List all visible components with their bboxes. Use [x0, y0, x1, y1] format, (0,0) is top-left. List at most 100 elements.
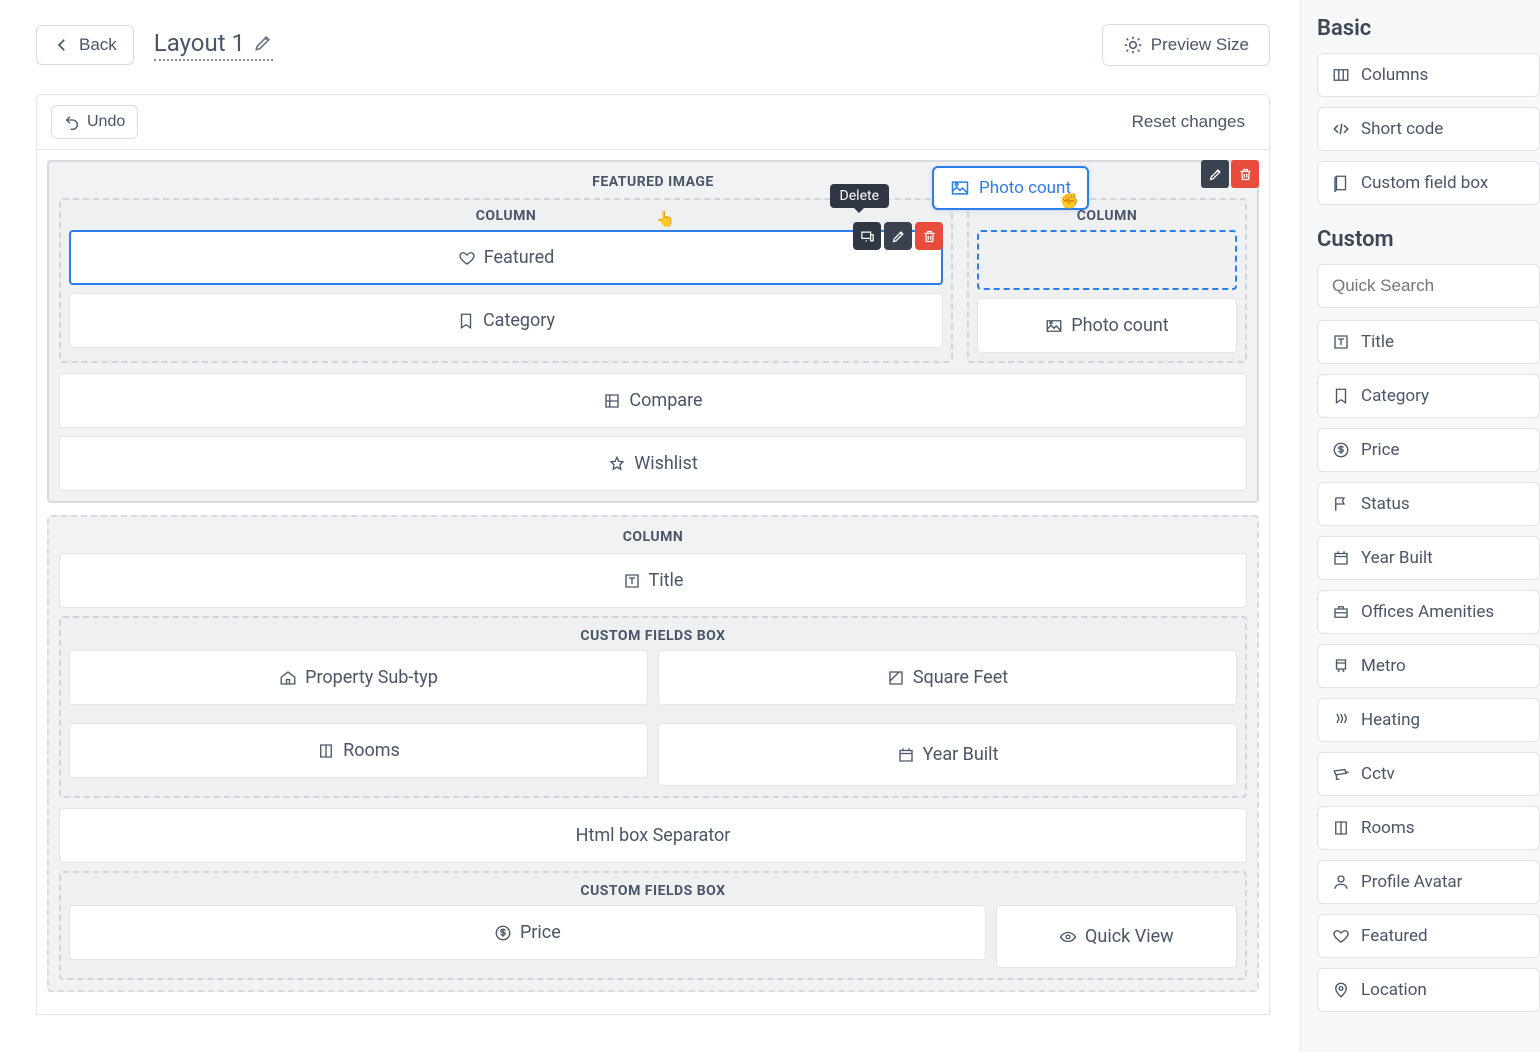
chip-label: Metro	[1361, 656, 1406, 676]
field-property-subtype[interactable]: Property Sub-typ	[69, 650, 648, 705]
chip-label: Location	[1361, 980, 1427, 1000]
door-icon	[317, 742, 335, 760]
sidebar-item-profile-avatar[interactable]: Profile Avatar	[1317, 860, 1540, 904]
field-label: Property Sub-typ	[305, 667, 438, 688]
flag-icon	[1332, 495, 1350, 513]
calendar-icon	[897, 746, 915, 764]
metro-icon	[1332, 657, 1350, 675]
dropzone[interactable]	[977, 230, 1237, 290]
box-icon	[1332, 174, 1350, 192]
text-icon	[623, 572, 641, 590]
field-photo-count[interactable]: Photo count	[977, 298, 1237, 353]
field-label: Rooms	[343, 740, 400, 761]
field-category[interactable]: Category	[69, 293, 943, 348]
sidebar-item-year-built[interactable]: Year Built	[1317, 536, 1540, 580]
column-right[interactable]: COLUMN Photo count	[967, 198, 1247, 363]
chip-label: Short code	[1361, 119, 1443, 139]
field-category-label: Category	[483, 310, 555, 331]
sidebar-item-location[interactable]: Location	[1317, 968, 1540, 1012]
undo-button[interactable]: Undo	[51, 105, 138, 139]
back-label: Back	[79, 35, 117, 55]
pin-icon	[1332, 981, 1350, 999]
field-wishlist[interactable]: Wishlist	[59, 436, 1247, 491]
chip-label: Columns	[1361, 65, 1428, 85]
custom-fields-box-1[interactable]: CUSTOM FIELDS BOX Property Sub-typ Squar…	[59, 616, 1247, 798]
chip-label: Heating	[1361, 710, 1420, 730]
field-compare[interactable]: Compare	[59, 373, 1247, 428]
field-price[interactable]: Price	[69, 905, 986, 960]
chevron-left-icon	[53, 36, 71, 54]
field-delete-button[interactable]	[915, 222, 943, 250]
code-icon	[1332, 120, 1350, 138]
section-column[interactable]: COLUMN Title CUSTOM FIELDS BOX Property …	[47, 515, 1259, 992]
custom-fields-box-2[interactable]: CUSTOM FIELDS BOX Price Quick View	[59, 871, 1247, 980]
layout-title-text: Layout 1	[154, 29, 245, 57]
heart-icon	[1332, 927, 1350, 945]
sidebar: Basic Columns Short code Custom field bo…	[1300, 0, 1540, 1052]
bookmark-icon	[1332, 387, 1350, 405]
star-icon	[608, 455, 626, 473]
field-edit-button[interactable]	[884, 222, 912, 250]
column-left[interactable]: COLUMN Featured Delete Categor	[59, 198, 953, 363]
reset-changes-button[interactable]: Reset changes	[1122, 105, 1255, 139]
image-icon	[1045, 317, 1063, 335]
field-square-feet[interactable]: Square Feet	[658, 650, 1237, 705]
sidebar-item-custom-field-box[interactable]: Custom field box	[1317, 161, 1540, 205]
sidebar-item-heating[interactable]: Heating	[1317, 698, 1540, 742]
user-icon	[1332, 873, 1350, 891]
back-button[interactable]: Back	[36, 25, 134, 65]
field-wishlist-label: Wishlist	[634, 453, 697, 474]
field-title[interactable]: Title	[59, 553, 1247, 608]
sidebar-item-metro[interactable]: Metro	[1317, 644, 1540, 688]
field-year-built[interactable]: Year Built	[658, 723, 1237, 786]
section-featured-image[interactable]: FEATURED IMAGE COLUMN Featured Delete	[47, 160, 1259, 503]
section-edit-button[interactable]	[1201, 160, 1229, 188]
field-featured[interactable]: Featured Delete	[69, 230, 943, 285]
calendar-icon	[1332, 549, 1350, 567]
sidebar-item-category[interactable]: Category	[1317, 374, 1540, 418]
layout-title[interactable]: Layout 1	[154, 29, 273, 61]
field-featured-label: Featured	[484, 247, 555, 268]
sidebar-item-short-code[interactable]: Short code	[1317, 107, 1540, 151]
sidebar-item-columns[interactable]: Columns	[1317, 53, 1540, 97]
compare-icon	[603, 392, 621, 410]
chip-label: Rooms	[1361, 818, 1415, 838]
chip-label: Price	[1361, 440, 1400, 460]
sidebar-item-status[interactable]: Status	[1317, 482, 1540, 526]
grab-cursor-icon: ✊	[1060, 192, 1079, 210]
field-rooms[interactable]: Rooms	[69, 723, 648, 778]
image-icon	[950, 178, 970, 198]
field-quick-view[interactable]: Quick View	[996, 905, 1237, 968]
gear-icon	[1123, 35, 1143, 55]
ruler-icon	[887, 669, 905, 687]
sidebar-custom-heading: Custom	[1317, 227, 1540, 252]
dollar-icon	[494, 924, 512, 942]
cctv-icon	[1332, 765, 1350, 783]
suitcase-icon	[1332, 603, 1350, 621]
field-photo-count-label: Photo count	[1071, 315, 1168, 336]
preview-size-button[interactable]: Preview Size	[1102, 24, 1270, 66]
cfbox-title: CUSTOM FIELDS BOX	[69, 624, 1237, 650]
sidebar-item-offices-amenities[interactable]: Offices Amenities	[1317, 590, 1540, 634]
heat-icon	[1332, 711, 1350, 729]
pencil-icon	[253, 33, 273, 53]
sidebar-item-rooms[interactable]: Rooms	[1317, 806, 1540, 850]
chip-label: Year Built	[1361, 548, 1433, 568]
field-html-separator[interactable]: Html box Separator	[59, 808, 1247, 863]
sidebar-item-featured[interactable]: Featured	[1317, 914, 1540, 958]
chip-label: Status	[1361, 494, 1410, 514]
sidebar-search-input[interactable]	[1317, 264, 1540, 308]
cfbox-title: CUSTOM FIELDS BOX	[69, 879, 1237, 905]
sidebar-item-cctv[interactable]: Cctv	[1317, 752, 1540, 796]
home-icon	[279, 669, 297, 687]
drag-chip-label: Photo count	[979, 178, 1071, 198]
sidebar-item-title[interactable]: Title	[1317, 320, 1540, 364]
field-responsive-button[interactable]	[853, 222, 881, 250]
section-delete-button[interactable]	[1231, 160, 1259, 188]
sidebar-item-price[interactable]: Price	[1317, 428, 1540, 472]
bookmark-icon	[457, 312, 475, 330]
chip-label: Custom field box	[1361, 173, 1488, 193]
field-compare-label: Compare	[629, 390, 702, 411]
chip-label: Featured	[1361, 926, 1428, 946]
undo-label: Undo	[87, 113, 125, 131]
